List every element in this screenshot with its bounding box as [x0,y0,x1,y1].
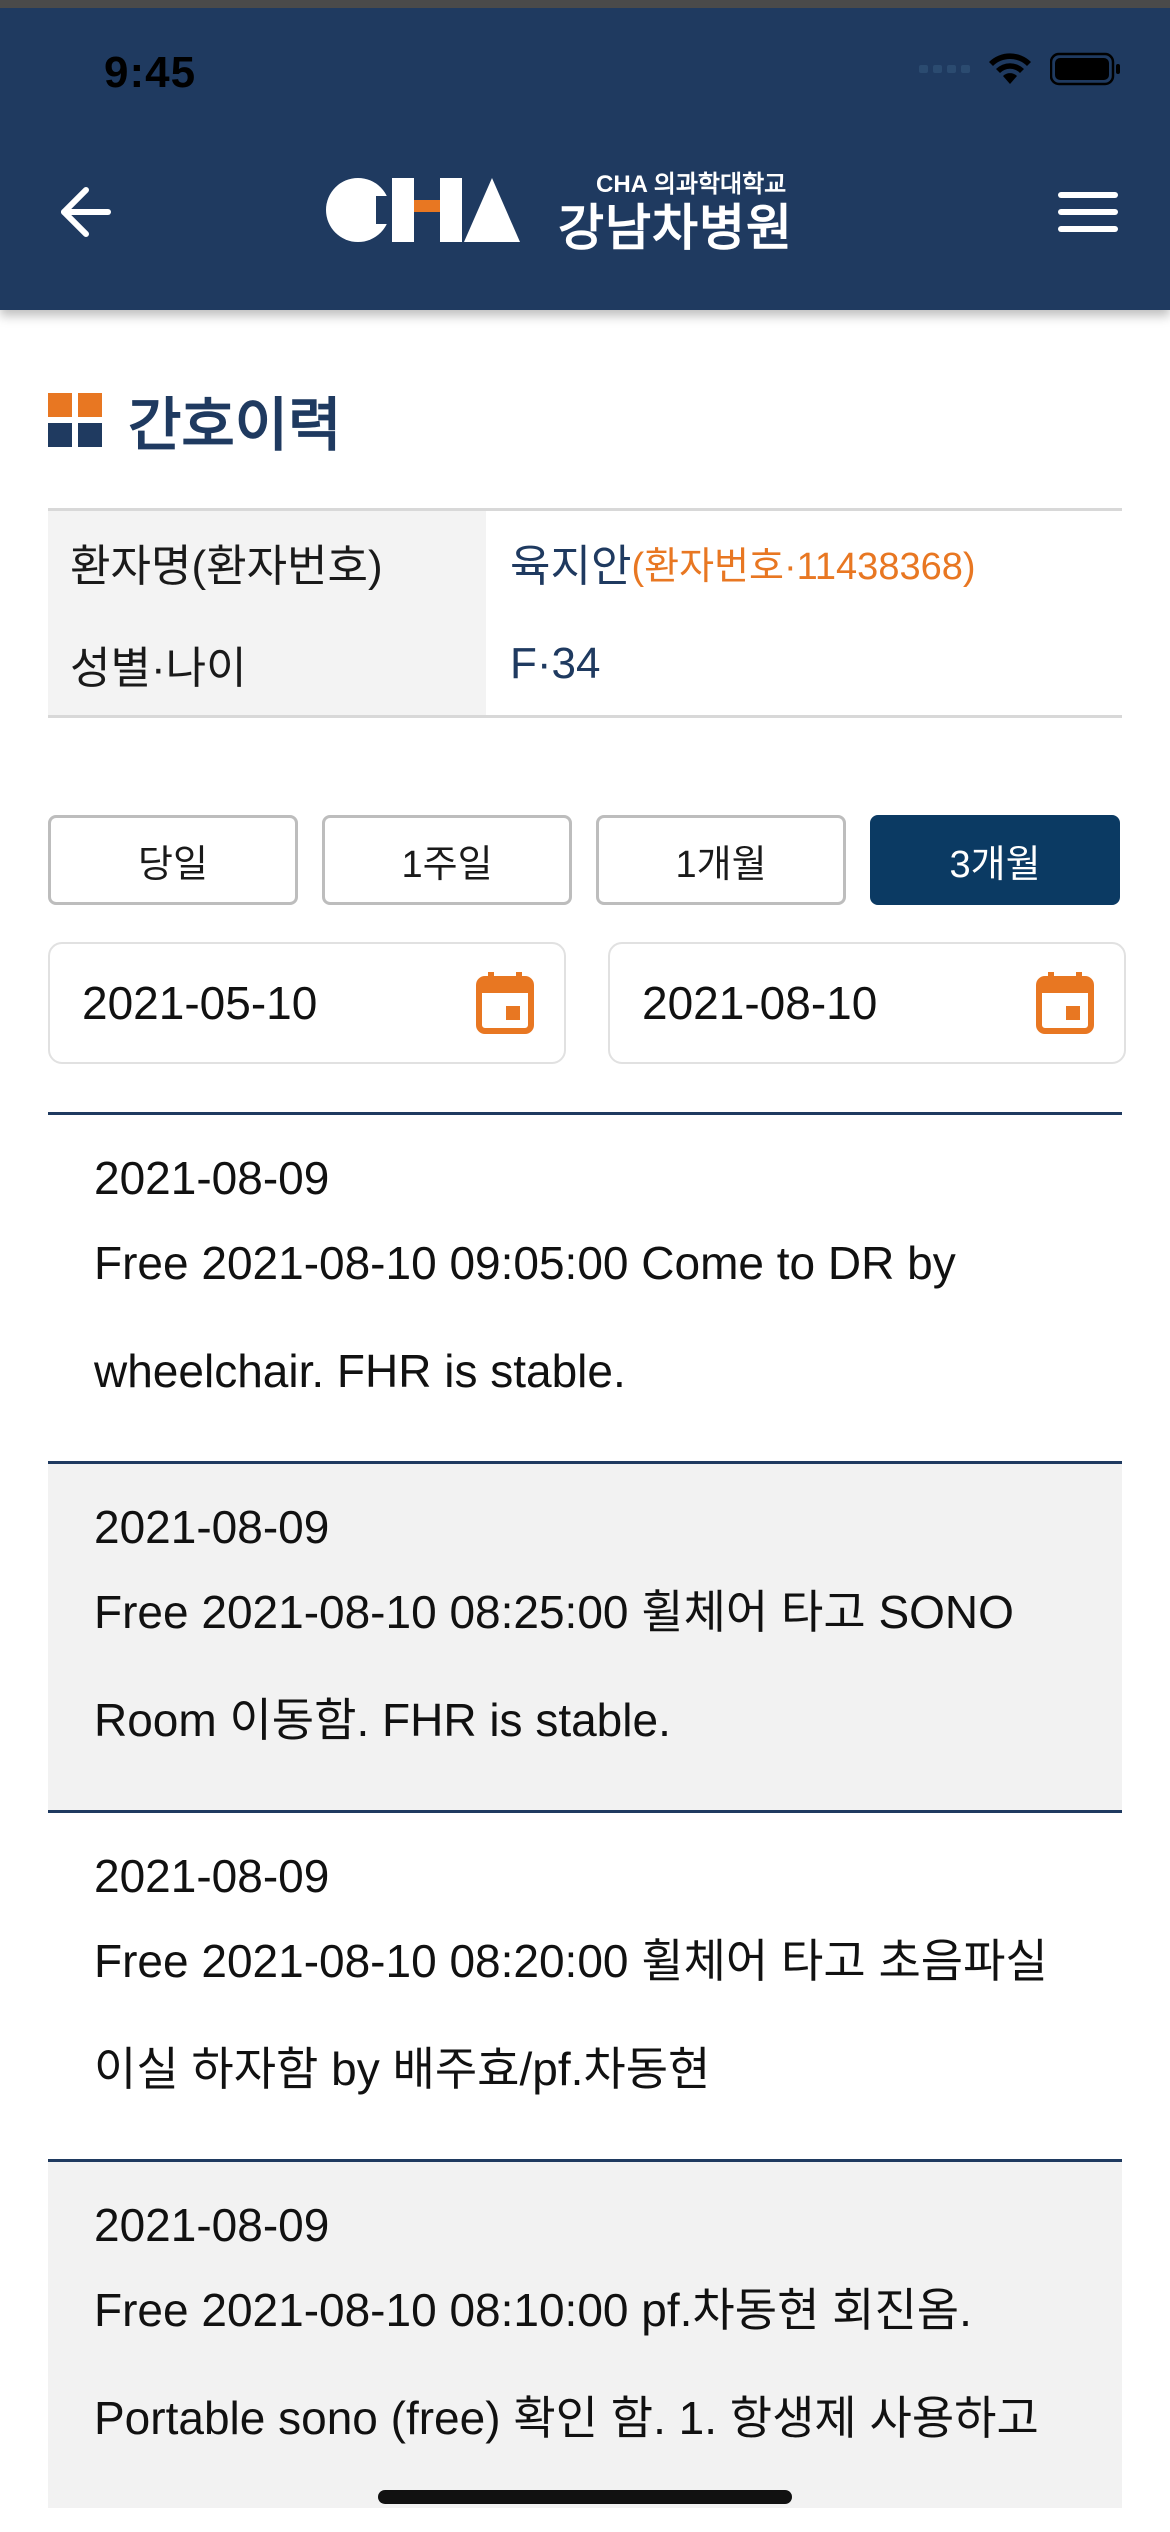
app-header: 9:45 CHA 의과학대학교 강남차병원 [0,0,1170,310]
record-date: 2021-08-09 [94,1152,330,1204]
record-text: Free 2021-08-10 08:10:00 pf.차동현 회진옴. Por… [94,2284,1039,2444]
logo-title: 강남차병원 [558,200,793,256]
end-date-field[interactable]: 2021-08-10 [608,942,1126,1064]
status-time: 9:45 [104,48,197,97]
period-1week-button[interactable]: 1주일 [322,815,572,905]
period-1month-button[interactable]: 1개월 [596,815,846,905]
list-item[interactable]: 2021-08-09 Free 2021-08-10 09:05:00 Come… [48,1112,1122,1461]
list-item[interactable]: 2021-08-09 Free 2021-08-10 08:20:00 휠체어 … [48,1810,1122,2159]
list-item[interactable]: 2021-08-09 Free 2021-08-10 08:10:00 pf.차… [48,2159,1122,2508]
patient-name-label: 환자명(환자번호) [48,511,486,613]
hamburger-menu-icon[interactable] [1058,192,1118,236]
cellular-signal-icon [919,65,970,73]
wifi-icon [989,53,1031,84]
top-edge-strip [0,0,1170,8]
start-date-field[interactable]: 2021-05-10 [48,942,566,1064]
nursing-record-list: 2021-08-09 Free 2021-08-10 09:05:00 Come… [48,1112,1122,2508]
sex-age-value: F·34 [510,639,601,688]
patient-name-value: 육지안 (환자번호·11438368) [486,511,1122,613]
patient-name-row: 환자명(환자번호) 육지안 (환자번호·11438368) [48,511,1122,613]
period-3months-button[interactable]: 3개월 [870,815,1120,905]
hospital-logo[interactable]: CHA 의과학대학교 강남차병원 [322,160,852,256]
period-filter: 당일 1주일 1개월 3개월 [48,815,1122,905]
start-date-value: 2021-05-10 [82,977,318,1029]
status-icons [919,52,1122,86]
patient-name: 육지안 [510,542,632,591]
back-arrow-icon[interactable] [52,180,116,244]
page-title: 간호이력 [128,393,342,458]
list-item[interactable]: 2021-08-09 Free 2021-08-10 08:25:00 휠체어 … [48,1461,1122,1810]
patient-info-table: 환자명(환자번호) 육지안 (환자번호·11438368) 성별·나이 F·34 [48,508,1122,718]
record-date: 2021-08-09 [94,1850,330,1902]
calendar-icon[interactable] [1036,972,1094,1034]
sex-age-label: 성별·나이 [48,613,486,715]
record-date: 2021-08-09 [94,1501,330,1553]
record-text: Free 2021-08-10 08:25:00 휠체어 타고 SONO Roo… [94,1586,1014,1746]
end-date-value: 2021-08-10 [642,977,878,1029]
record-date: 2021-08-09 [94,2199,330,2251]
home-indicator[interactable] [378,2490,792,2504]
date-range: 2021-05-10 2021-08-10 [48,942,1128,1064]
patient-sex-age-row: 성별·나이 F·34 [48,613,1122,715]
battery-icon [1050,52,1120,86]
record-text: Free 2021-08-10 09:05:00 Come to DR by w… [94,1237,956,1397]
calendar-icon[interactable] [476,972,534,1034]
grid-squares-icon [48,393,102,447]
period-today-button[interactable]: 당일 [48,815,298,905]
page-title-row: 간호이력 [48,378,341,462]
patient-id: (환자번호·11438368) [631,545,976,588]
record-text: Free 2021-08-10 08:20:00 휠체어 타고 초음파실 이실 … [94,1935,1048,2095]
cha-logo-icon [326,178,520,242]
